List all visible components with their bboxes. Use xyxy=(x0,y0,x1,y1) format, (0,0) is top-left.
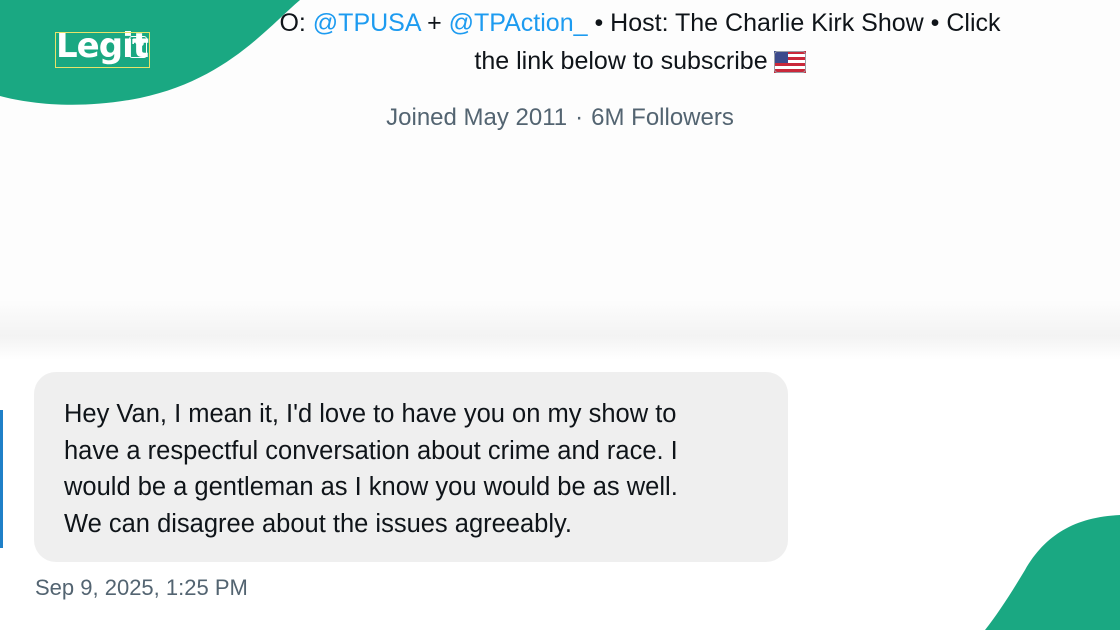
bio-plus: + xyxy=(420,9,449,37)
bio-line-2-text: the link below to subscribe xyxy=(474,47,768,75)
bio-line-1: O: @TPUSA + @TPAction_ • Host: The Charl… xyxy=(210,4,1070,42)
message-text: Hey Van, I mean it, I'd love to have you… xyxy=(64,396,784,542)
message-line: Hey Van, I mean it, I'd love to have you… xyxy=(64,400,677,428)
bio-line-2: the link below to subscribe xyxy=(210,42,1070,84)
meta-separator: · xyxy=(575,104,584,131)
section-divider xyxy=(0,300,1120,360)
message-line: would be a gentleman as I know you would… xyxy=(64,473,678,501)
accent-bar xyxy=(0,410,3,548)
message-line: We can disagree about the issues agreeab… xyxy=(64,509,572,538)
logo-background-shape xyxy=(0,0,300,105)
bio-middle-text: • Host: The Charlie Kirk Show • Click xyxy=(587,9,1001,37)
tpaction-mention-link[interactable]: @TPAction_ xyxy=(449,9,588,37)
message-line: have a respectful conversation about cri… xyxy=(64,436,678,465)
logo-ng-badge: ng xyxy=(129,36,147,58)
joined-date: Joined May 2011 xyxy=(386,104,568,131)
message-bubble: Hey Van, I mean it, I'd love to have you… xyxy=(34,372,788,562)
followers-count-link[interactable]: 6M Followers xyxy=(591,104,734,131)
message-timestamp: Sep 9, 2025, 1:25 PM xyxy=(35,575,248,600)
corner-decoration-shape xyxy=(985,515,1120,630)
profile-bio: O: @TPUSA + @TPAction_ • Host: The Charl… xyxy=(210,4,1070,84)
us-flag-icon xyxy=(773,46,806,84)
